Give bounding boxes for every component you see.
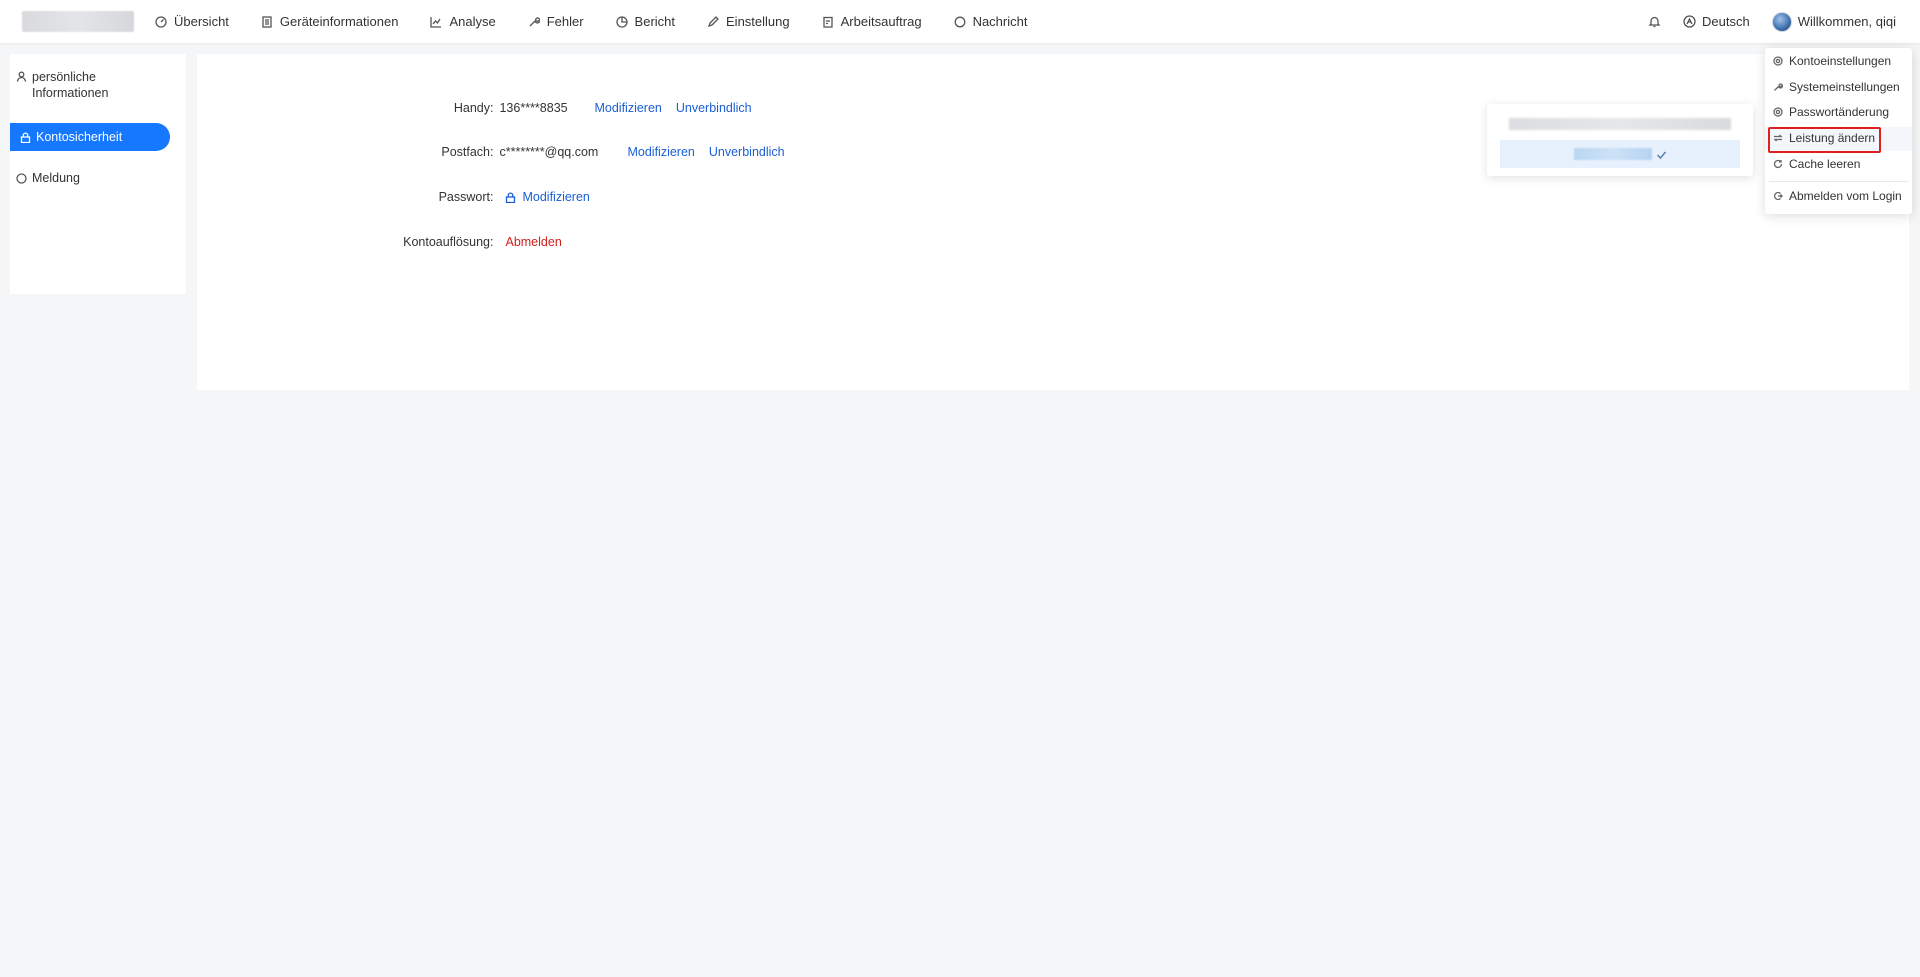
phone-value: 136****8835 [499,101,568,115]
language-selector[interactable]: Deutsch [1683,14,1750,29]
sidebar-item-label: persönliche Informationen [32,70,109,100]
password-modify-button[interactable]: Modifizieren [505,190,590,204]
selected-option[interactable] [1500,140,1740,168]
sidebar-item-feedback[interactable]: Meldung [10,171,80,185]
header-tools: Deutsch Willkommen, qiqi [1648,0,1896,43]
avatar[interactable] [1771,11,1792,32]
check-icon [1656,151,1666,159]
wrench-icon [1774,83,1783,91]
menu-item-system-settings[interactable]: Systemeinstellungen [1773,80,1900,94]
language-label: Deutsch [1702,14,1750,29]
menu-item-label: Abmelden vom Login [1789,189,1902,203]
dashboard-icon [155,15,167,28]
wrench-icon [529,16,540,26]
nav-item-device-info[interactable]: Geräteinformationen [261,0,399,43]
chart-line-icon [430,16,442,28]
sidebar-item-account-security[interactable]: Kontosicherheit [10,123,170,151]
gear-icon [1773,107,1783,117]
phone-modify-link[interactable]: Modifizieren [594,101,661,115]
logout-icon [1773,191,1783,201]
nav-item-messages[interactable]: Nachricht [954,0,1028,43]
pie-chart-icon [615,15,628,28]
nav-item-report[interactable]: Bericht [615,0,676,43]
nav-item-overview[interactable]: Übersicht [155,0,229,43]
phone-label: Handy [453,101,490,115]
nav-item-label: Fehler [546,14,584,29]
user-dropdown-menu: Kontoeinstellungen Systemeinstellungen P… [1765,48,1912,214]
nav-item-label: Bericht [634,14,676,29]
clipboard-icon [822,16,833,28]
user-menu[interactable]: Willkommen, qiqi [1771,11,1896,32]
chat-icon [954,16,966,27]
menu-item-clear-cache[interactable]: Cache leeren [1773,157,1860,171]
blurred-text [1573,148,1652,160]
highlight-annotation-box [1768,127,1881,153]
nav-item-label: Arbeitsauftrag [840,14,922,29]
email-label: Postfach [441,145,490,159]
account-sidebar: persönliche Informationen Kontosicherhei… [10,54,186,294]
blurred-popover [1487,104,1753,176]
account-deletion-label: Kontoauflösung [403,235,490,249]
nav-item-label: Analyse [449,14,496,29]
nav-item-settings[interactable]: Einstellung [707,0,790,43]
welcome-text: Willkommen, qiqi [1797,14,1896,29]
menu-item-label: Kontoeinstellungen [1789,54,1892,68]
sidebar-item-label: Kontosicherheit [36,130,123,144]
nav-item-errors[interactable]: Fehler [528,0,584,43]
nav-item-label: Übersicht [174,14,229,29]
nav-item-label: Geräteinformationen [279,14,399,29]
menu-item-label: Passwortänderung [1789,105,1890,119]
menu-divider [1769,181,1908,182]
gear-icon [1773,56,1783,66]
nav-item-label: Nachricht [972,14,1028,29]
sidebar-item-label: Meldung [32,171,80,185]
chat-icon [16,173,27,184]
blurred-text [1509,118,1731,130]
pencil-icon [707,15,719,27]
menu-item-account-settings[interactable]: Kontoeinstellungen [1773,54,1891,68]
list-icon [262,15,272,28]
lock-icon [20,131,31,143]
account-deletion-row: Kontoauflösung: Abmelden [390,235,562,249]
bell-icon [1648,16,1661,28]
phone-unbind-link[interactable]: Unverbindlich [676,101,752,115]
refresh-icon [1773,159,1783,169]
nav-item-work-order[interactable]: Arbeitsauftrag [822,0,922,43]
logo[interactable] [22,11,134,32]
phone-row: Handy: 136****8835 Modifizieren Unverbin… [390,101,752,115]
menu-item-label: Systemeinstellungen [1789,80,1900,94]
menu-item-password-change[interactable]: Passwortänderung [1773,105,1889,119]
email-modify-link[interactable]: Modifizieren [627,145,694,159]
password-row: Passwort: Modifizieren [390,190,590,204]
password-label: Passwort [438,190,490,204]
deregister-link[interactable]: Abmelden [505,235,561,249]
email-unbind-link[interactable]: Unverbindlich [709,145,785,159]
sidebar-item-personal-info[interactable]: persönliche Informationen [10,69,110,101]
notifications-button[interactable] [1648,15,1661,28]
nav-item-analysis[interactable]: Analyse [430,0,496,43]
translate-icon [1683,15,1696,28]
menu-item-logout[interactable]: Abmelden vom Login [1773,189,1902,203]
nav-item-label: Einstellung [726,14,790,29]
main-navigation: Übersicht Geräteinformationen Analyse Fe… [155,0,1059,43]
email-value: c********@qq.com [499,145,599,159]
email-row: Postfach: c********@qq.com Modifizieren … [390,145,785,159]
user-icon [16,71,27,82]
top-navigation-bar: Übersicht Geräteinformationen Analyse Fe… [0,0,1920,43]
lock-icon [506,191,516,203]
password-modify-link[interactable]: Modifizieren [522,190,589,204]
menu-item-label: Cache leeren [1789,157,1861,171]
